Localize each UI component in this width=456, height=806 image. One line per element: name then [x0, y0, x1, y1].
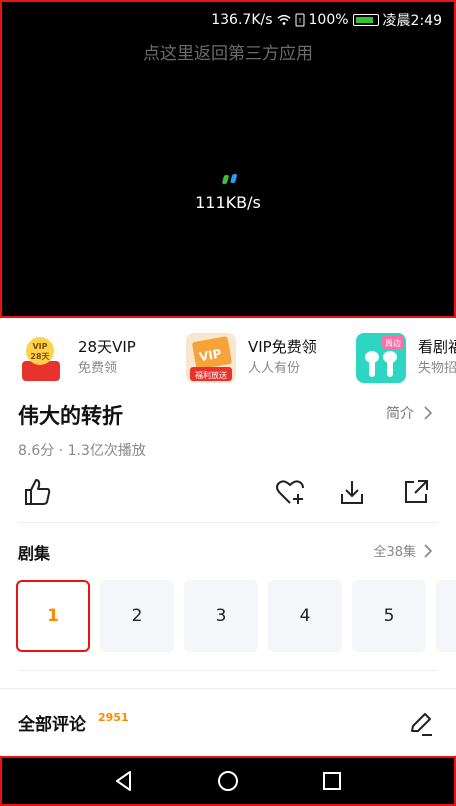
- comments-title: 全部评论: [18, 715, 86, 735]
- all-episodes-link[interactable]: 全38集: [373, 541, 432, 560]
- action-bar: [18, 476, 438, 510]
- home-icon[interactable]: [215, 768, 241, 794]
- episode-button-3[interactable]: 3: [184, 580, 258, 652]
- promo-subtitle: 失物招: [418, 361, 456, 376]
- wifi-icon: [276, 14, 291, 25]
- comments-count: 2951: [98, 711, 129, 724]
- episode-list: 1 2 3 4 5: [16, 580, 456, 654]
- divider: [18, 522, 438, 523]
- divider: [0, 688, 456, 689]
- buffering-speed: 111KB/s: [195, 193, 261, 212]
- clock: 凌晨2:49: [382, 13, 442, 29]
- svg-text:周边: 周边: [385, 338, 401, 348]
- earbuds-icon: 周边: [356, 333, 406, 383]
- episode-button-5[interactable]: 5: [352, 580, 426, 652]
- like-icon[interactable]: [22, 476, 54, 508]
- show-title: 伟大的转折: [18, 404, 123, 428]
- promo-item[interactable]: VIP 28天 28天VIP 免费领: [16, 330, 186, 386]
- download-icon[interactable]: [336, 476, 368, 508]
- battery-percent: 100%: [308, 12, 349, 28]
- loading-icon: [222, 174, 237, 184]
- video-detail-page: 136.7K/s ! 100% 凌晨2:49 点这里返回第三方应用 111KB/…: [0, 0, 456, 806]
- battery-icon: [352, 14, 379, 26]
- video-player[interactable]: 136.7K/s ! 100% 凌晨2:49 点这里返回第三方应用 111KB/…: [0, 0, 456, 318]
- promo-subtitle: 免费领: [78, 361, 118, 376]
- episode-button-4[interactable]: 4: [268, 580, 342, 652]
- show-meta: 8.6分 · 1.3亿次播放: [18, 443, 146, 459]
- vip-ticket-icon: VIP 福利放送: [186, 333, 236, 383]
- episode-count: 全38集: [373, 545, 416, 560]
- promo-title: 看剧福: [418, 338, 456, 356]
- edit-comment-icon[interactable]: [408, 711, 434, 737]
- promo-title: 28天VIP: [78, 338, 136, 356]
- episode-button-1[interactable]: 1: [16, 580, 90, 652]
- back-icon[interactable]: [111, 768, 137, 794]
- promo-item[interactable]: VIP 福利放送 VIP免费领 人人有份: [186, 330, 356, 386]
- svg-text:VIP: VIP: [32, 342, 47, 351]
- chevron-right-icon: [424, 543, 432, 558]
- sim-icon: !: [295, 13, 305, 27]
- svg-text:!: !: [298, 17, 301, 25]
- recents-icon[interactable]: [319, 768, 345, 794]
- episodes-title: 剧集: [18, 544, 51, 563]
- promo-item[interactable]: 周边 看剧福 失物招: [356, 330, 456, 386]
- episode-button-6[interactable]: [436, 580, 456, 652]
- svg-text:福利放送: 福利放送: [195, 370, 227, 380]
- vip-gift-icon: VIP 28天: [16, 333, 66, 383]
- system-nav-bar: [0, 756, 456, 806]
- share-icon[interactable]: [400, 476, 432, 508]
- intro-link[interactable]: 简介: [386, 403, 432, 423]
- favorite-add-icon[interactable]: [274, 476, 306, 508]
- return-third-party-link[interactable]: 点这里返回第三方应用: [2, 39, 454, 64]
- promo-title: VIP免费领: [248, 338, 317, 356]
- network-speed: 136.7K/s: [211, 12, 273, 28]
- svg-text:28天: 28天: [30, 352, 50, 361]
- episode-button-2[interactable]: 2: [100, 580, 174, 652]
- promo-row: VIP 28天 28天VIP 免费领 VIP 福利放送 VIP免费领 人人有份 …: [16, 330, 456, 386]
- chevron-right-icon: [424, 406, 432, 420]
- promo-subtitle: 人人有份: [248, 361, 301, 376]
- intro-label: 简介: [386, 406, 414, 422]
- status-bar: 136.7K/s ! 100% 凌晨2:49: [211, 10, 442, 30]
- divider: [18, 670, 438, 671]
